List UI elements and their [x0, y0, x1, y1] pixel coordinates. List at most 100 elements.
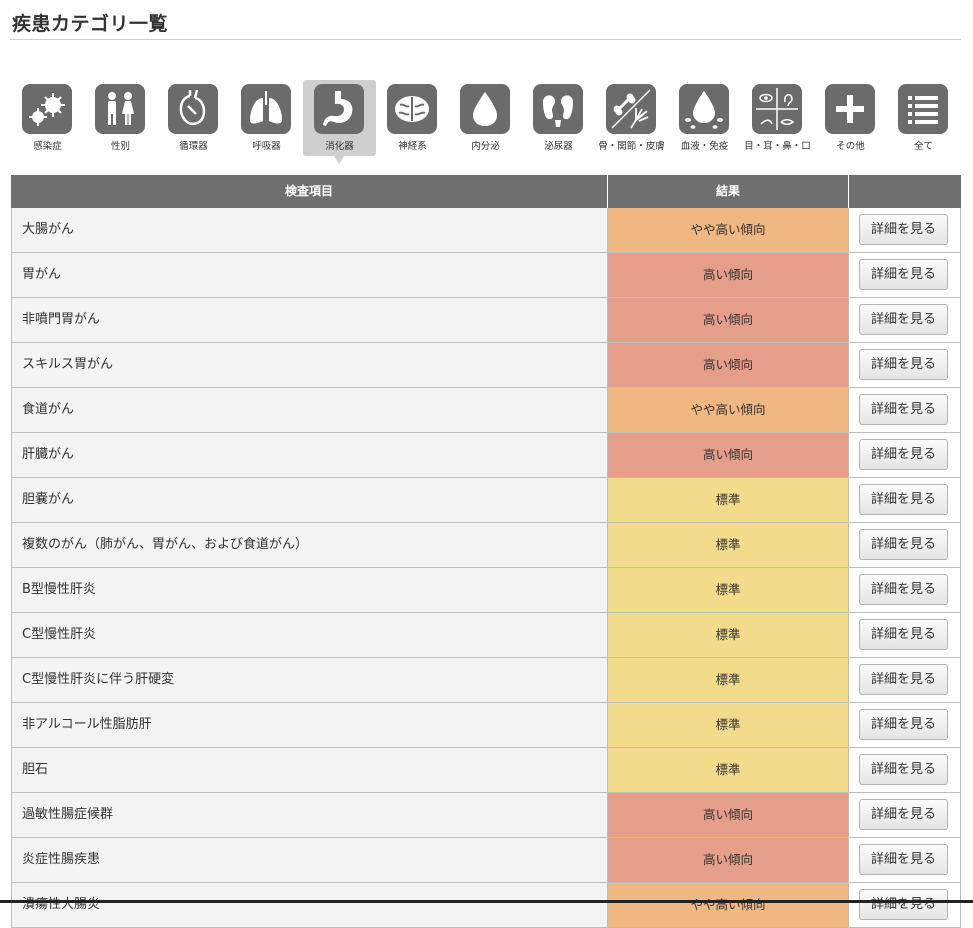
- action-cell: 詳細を見る: [849, 253, 961, 297]
- action-cell: 詳細を見る: [849, 343, 961, 387]
- plus-icon: [825, 84, 875, 134]
- results-table: 検査項目 結果 大腸がん やや高い傾向 詳細を見る 胃がん 高い傾向 詳細を見る 非噴門胃が…: [11, 175, 961, 928]
- page-title: 疾患カテゴリ一覧: [12, 13, 169, 35]
- category-gender[interactable]: 性別: [84, 80, 157, 156]
- header-result: 結果: [608, 175, 849, 208]
- test-item-name: 非アルコール性脂肪肝: [11, 703, 608, 747]
- category-strip: 感染症 性別 循環器 呼吸器 消化器 神経系 内分泌 泌尿器 骨・関節・皮膚 血…: [11, 80, 961, 164]
- table-row: 複数のがん（肺がん、胃がん、および食道がん） 標準 詳細を見る: [11, 523, 961, 568]
- drop-icon: [460, 84, 510, 134]
- list-icon: [898, 84, 948, 134]
- test-item-name: 大腸がん: [11, 208, 608, 252]
- action-cell: 詳細を見る: [849, 703, 961, 747]
- action-cell: 詳細を見る: [849, 523, 961, 567]
- table-header: 検査項目 結果: [11, 175, 961, 208]
- action-cell: 詳細を見る: [849, 658, 961, 702]
- test-item-name: 胆嚢がん: [11, 478, 608, 522]
- view-details-button[interactable]: 詳細を見る: [859, 754, 948, 785]
- view-details-button[interactable]: 詳細を見る: [859, 889, 948, 920]
- result-badge: 高い傾向: [608, 253, 849, 297]
- category-endocrine[interactable]: 内分泌: [449, 80, 522, 156]
- title-divider: [10, 39, 961, 40]
- view-details-button[interactable]: 詳細を見る: [859, 349, 948, 380]
- test-item-name: 潰瘍性大腸炎: [11, 883, 608, 927]
- test-item-name: 炎症性腸疾患: [11, 838, 608, 882]
- action-cell: 詳細を見る: [849, 208, 961, 252]
- result-badge: 標準: [608, 703, 849, 747]
- result-badge: 標準: [608, 478, 849, 522]
- test-item-name: 非噴門胃がん: [11, 298, 608, 342]
- test-item-name: C型慢性肝炎に伴う肝硬変: [11, 658, 608, 702]
- kidney-icon: [533, 84, 583, 134]
- table-row: 過敏性腸症候群 高い傾向 詳細を見る: [11, 793, 961, 838]
- result-badge: 標準: [608, 568, 849, 612]
- gender-icon: [95, 84, 145, 134]
- category-digestive[interactable]: 消化器: [303, 80, 376, 164]
- category-blood-immune[interactable]: 血液・免疫: [668, 80, 741, 156]
- table-row: 食道がん やや高い傾向 詳細を見る: [11, 388, 961, 433]
- action-cell: 詳細を見る: [849, 748, 961, 792]
- view-details-button[interactable]: 詳細を見る: [859, 709, 948, 740]
- result-badge: 高い傾向: [608, 343, 849, 387]
- brain-icon: [387, 84, 437, 134]
- stomach-icon: [314, 84, 364, 134]
- action-cell: 詳細を見る: [849, 478, 961, 522]
- view-details-button[interactable]: 詳細を見る: [859, 304, 948, 335]
- view-details-button[interactable]: 詳細を見る: [859, 844, 948, 875]
- table-row: C型慢性肝炎に伴う肝硬変 標準 詳細を見る: [11, 658, 961, 703]
- view-details-button[interactable]: 詳細を見る: [859, 439, 948, 470]
- view-details-button[interactable]: 詳細を見る: [859, 664, 948, 695]
- action-cell: 詳細を見る: [849, 298, 961, 342]
- result-badge: 標準: [608, 748, 849, 792]
- table-row: 炎症性腸疾患 高い傾向 詳細を見る: [11, 838, 961, 883]
- category-all[interactable]: 全て: [887, 80, 960, 156]
- view-details-button[interactable]: 詳細を見る: [859, 529, 948, 560]
- category-urinary[interactable]: 泌尿器: [522, 80, 595, 156]
- category-infection[interactable]: 感染症: [11, 80, 84, 156]
- table-row: 非噴門胃がん 高い傾向 詳細を見る: [11, 298, 961, 343]
- view-details-button[interactable]: 詳細を見る: [859, 574, 948, 605]
- test-item-name: スキルス胃がん: [11, 343, 608, 387]
- heart-icon: [168, 84, 218, 134]
- view-details-button[interactable]: 詳細を見る: [859, 799, 948, 830]
- face-parts-icon: [752, 84, 802, 134]
- table-row: 潰瘍性大腸炎 やや高い傾向 詳細を見る: [11, 883, 961, 928]
- table-row: 肝臓がん 高い傾向 詳細を見る: [11, 433, 961, 478]
- category-nervous[interactable]: 神経系: [376, 80, 449, 156]
- view-details-button[interactable]: 詳細を見る: [859, 619, 948, 650]
- result-badge: 標準: [608, 658, 849, 702]
- test-item-name: 胆石: [11, 748, 608, 792]
- view-details-button[interactable]: 詳細を見る: [859, 394, 948, 425]
- category-bone-skin[interactable]: 骨・関節・皮膚: [595, 80, 668, 156]
- result-badge: 標準: [608, 523, 849, 567]
- view-details-button[interactable]: 詳細を見る: [859, 259, 948, 290]
- test-item-name: 過敏性腸症候群: [11, 793, 608, 837]
- category-sensory[interactable]: 目・耳・鼻・口: [741, 80, 814, 156]
- action-cell: 詳細を見る: [849, 613, 961, 657]
- action-cell: 詳細を見る: [849, 883, 961, 927]
- view-details-button[interactable]: 詳細を見る: [859, 214, 948, 245]
- table-row: 大腸がん やや高い傾向 詳細を見る: [11, 208, 961, 253]
- test-item-name: 肝臓がん: [11, 433, 608, 477]
- virus-icon: [22, 84, 72, 134]
- test-item-name: 複数のがん（肺がん、胃がん、および食道がん）: [11, 523, 608, 567]
- table-row: 胆石 標準 詳細を見る: [11, 748, 961, 793]
- table-row: 非アルコール性脂肪肝 標準 詳細を見る: [11, 703, 961, 748]
- action-cell: 詳細を見る: [849, 433, 961, 477]
- test-item-name: B型慢性肝炎: [11, 568, 608, 612]
- lungs-icon: [241, 84, 291, 134]
- header-item: 検査項目: [11, 175, 608, 208]
- table-body: 大腸がん やや高い傾向 詳細を見る 胃がん 高い傾向 詳細を見る 非噴門胃がん 高い傾向 詳細を…: [11, 208, 961, 928]
- result-badge: やや高い傾向: [608, 208, 849, 252]
- category-respiratory[interactable]: 呼吸器: [230, 80, 303, 156]
- category-other[interactable]: その他: [814, 80, 887, 156]
- view-details-button[interactable]: 詳細を見る: [859, 484, 948, 515]
- action-cell: 詳細を見る: [849, 838, 961, 882]
- category-circulatory[interactable]: 循環器: [157, 80, 230, 156]
- bone-hand-icon: [606, 84, 656, 134]
- result-badge: やや高い傾向: [608, 388, 849, 432]
- action-cell: 詳細を見る: [849, 793, 961, 837]
- result-badge: やや高い傾向: [608, 883, 849, 927]
- header-action: [849, 175, 961, 208]
- result-badge: 高い傾向: [608, 838, 849, 882]
